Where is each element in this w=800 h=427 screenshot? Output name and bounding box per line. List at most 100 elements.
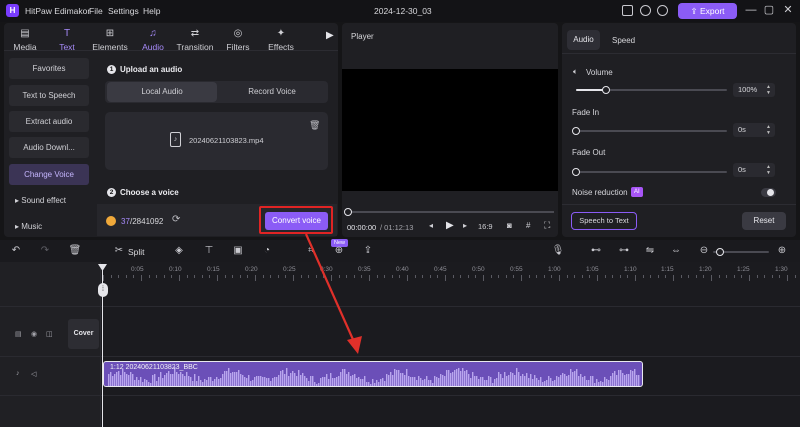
fullscreen-icon[interactable]: ⛶ — [544, 220, 550, 231]
volume-value-box[interactable]: 100% ▲ ▼ — [733, 83, 775, 97]
zoom-out-icon[interactable]: ⊖ — [697, 245, 711, 256]
waveform-bar — [404, 375, 406, 386]
cover-button[interactable]: Cover — [68, 319, 99, 349]
playhead-grip-icon[interactable]: ⁞ — [98, 283, 108, 297]
download-icon[interactable] — [657, 5, 668, 16]
sidebar-item-text-to-speech[interactable]: Text to Speech — [9, 85, 89, 106]
tool-text[interactable]: T Text — [48, 28, 86, 52]
play-icon[interactable]: ▶ — [446, 220, 454, 231]
fit-icon[interactable]: ⇔ — [669, 245, 683, 256]
fade-in-slider[interactable] — [576, 130, 727, 132]
player-title: Player — [351, 32, 374, 41]
ripple-icon[interactable]: ⇋ — [643, 245, 657, 256]
waveform-bar — [594, 383, 596, 386]
tab-record-voice[interactable]: Record Voice — [218, 82, 326, 102]
video-preview[interactable] — [342, 69, 558, 191]
feedback-icon[interactable] — [622, 5, 633, 16]
zoom-in-icon[interactable]: ⊕ — [775, 245, 789, 256]
audio-mute-icon[interactable]: ◁ — [31, 370, 36, 378]
split-icon[interactable]: ✂ — [112, 245, 126, 256]
trash-icon[interactable]: 🗑 — [309, 120, 320, 131]
zoom-knob[interactable] — [716, 248, 724, 256]
help-icon[interactable] — [640, 5, 651, 16]
waveform-bar — [574, 371, 576, 386]
fade-out-knob[interactable] — [572, 168, 580, 176]
tool-effects[interactable]: ✦ Effects — [262, 28, 300, 52]
waveform-bar — [456, 369, 458, 386]
waveform-bar — [544, 381, 546, 386]
tab-audio[interactable]: Audio — [567, 30, 600, 50]
fade-out-value-box[interactable]: 0s ▲ ▼ — [733, 163, 775, 177]
menu-settings[interactable]: Settings — [108, 6, 139, 16]
stepper-arrows-icon[interactable]: ▲ ▼ — [766, 84, 771, 96]
minimize-icon[interactable]: — — [745, 4, 757, 17]
waveform-bar — [118, 371, 120, 386]
volume-knob[interactable] — [602, 86, 610, 94]
player-scrubber[interactable] — [346, 211, 554, 213]
menu-file[interactable]: File — [89, 6, 103, 16]
tool-media[interactable]: ▤ Media — [6, 28, 44, 52]
sidebar-sound-effect[interactable]: ▸ Sound effect — [9, 191, 89, 211]
split-label[interactable]: Split — [128, 247, 145, 257]
tool-audio[interactable]: ♫ Audio — [134, 28, 172, 52]
waveform-bar — [530, 374, 532, 386]
toolbar-divider — [4, 50, 338, 51]
sidebar-item-change-voice[interactable]: Change Voice — [9, 164, 89, 185]
convert-voice-button[interactable]: Convert voice — [265, 212, 328, 230]
waveform-bar — [340, 372, 342, 386]
stepper-arrows-icon[interactable]: ▲ ▼ — [766, 124, 771, 136]
toolbar-more-icon[interactable]: ▶ — [326, 30, 334, 41]
redo-icon[interactable]: ↷ — [38, 245, 52, 256]
sidebar-item-extract-audio[interactable]: Extract audio — [9, 111, 89, 132]
waveform-bar — [482, 377, 484, 386]
track-lock-icon[interactable]: ▤ — [15, 330, 22, 338]
tab-local-audio[interactable]: Local Audio — [107, 82, 217, 102]
sidebar-item-audio-download[interactable]: Audio Downl... — [9, 137, 89, 158]
mask-icon[interactable]: ◈ — [172, 245, 186, 256]
ai-tool-icon[interactable]: ▣ — [231, 245, 245, 256]
maximize-icon[interactable]: ▢ — [763, 4, 775, 17]
grid-icon[interactable]: # — [526, 221, 530, 230]
menu-help[interactable]: Help — [143, 6, 160, 16]
waveform-bar — [144, 379, 146, 386]
waveform-bar — [360, 379, 362, 386]
fade-in-value-box[interactable]: 0s ▲ ▼ — [733, 123, 775, 137]
text-tool-icon[interactable]: ⊤ — [202, 245, 216, 256]
export-button[interactable]: ⇪ Export — [678, 3, 737, 19]
noise-reduction-toggle[interactable] — [761, 188, 776, 197]
sidebar-music[interactable]: ▸ Music — [9, 217, 89, 237]
tool-elements[interactable]: ⊞ Elements — [91, 28, 129, 52]
tool-transition[interactable]: ⇄ Transition — [176, 28, 214, 52]
close-icon[interactable]: ✕ — [782, 4, 794, 17]
delete-icon[interactable]: 🗑 — [68, 245, 82, 256]
waveform-bar — [344, 369, 346, 386]
waveform-bar — [546, 380, 548, 386]
sidebar-item-favorites[interactable]: Favorites — [9, 58, 89, 79]
track-visibility-icon[interactable]: ◉ — [31, 330, 37, 338]
scrubber-knob[interactable] — [344, 208, 352, 216]
waveform-bar — [638, 375, 640, 386]
fade-out-slider[interactable] — [576, 171, 727, 173]
audio-clip[interactable]: 1:12 20240621103823_BBC — [103, 361, 643, 387]
tool-filters[interactable]: ◎ Filters — [219, 28, 257, 52]
snap-icon[interactable]: ⊶ — [617, 245, 631, 256]
next-frame-icon[interactable]: ▸ — [463, 221, 467, 230]
reset-button[interactable]: Reset — [742, 212, 786, 230]
speed-icon[interactable]: ◔ — [260, 245, 274, 256]
fade-in-knob[interactable] — [572, 127, 580, 135]
tab-speed[interactable]: Speed — [612, 36, 635, 45]
aspect-ratio-select[interactable]: 16:9 — [478, 222, 493, 231]
snapshot-icon[interactable]: ◙ — [507, 221, 512, 230]
waveform-bar — [114, 374, 116, 386]
undo-icon[interactable]: ↶ — [9, 245, 23, 256]
waveform-bar — [202, 382, 204, 386]
refresh-icon[interactable]: ⟳ — [172, 214, 180, 225]
track-mute-icon[interactable]: ◫ — [46, 330, 53, 338]
ruler-tick — [293, 275, 294, 281]
speech-to-text-button[interactable]: Speech to Text — [571, 212, 637, 230]
stepper-arrows-icon[interactable]: ▲ ▼ — [766, 164, 771, 176]
waveform-bar — [288, 376, 290, 386]
link-icon[interactable]: ⊷ — [589, 245, 603, 256]
microphone-icon[interactable]: 🎙 — [551, 245, 565, 256]
prev-frame-icon[interactable]: ◂ — [429, 221, 433, 230]
